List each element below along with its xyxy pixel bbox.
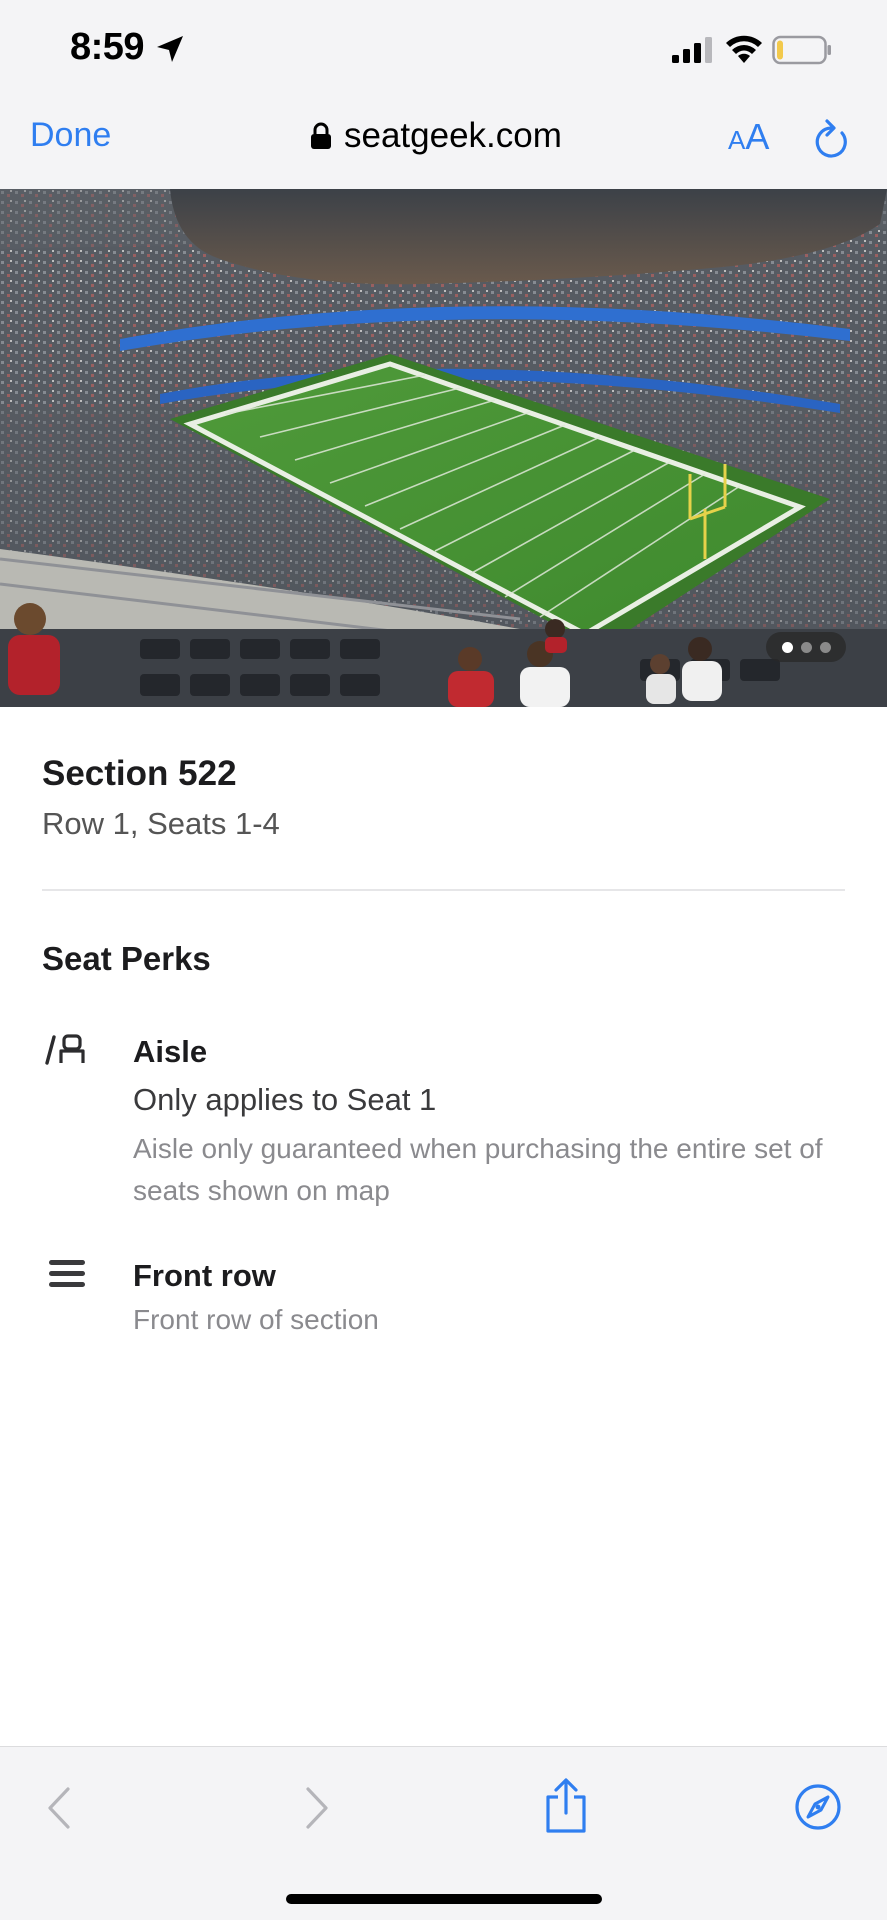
divider — [42, 889, 845, 891]
lock-icon — [311, 122, 331, 149]
browser-bar: Done seatgeek.com AA — [0, 100, 887, 189]
carousel-indicator[interactable] — [766, 632, 846, 662]
perk-front-row-title: Front row — [133, 1258, 276, 1293]
seat-perks-heading: Seat Perks — [42, 940, 211, 977]
signal-icon — [672, 37, 712, 63]
front-row-icon — [49, 1260, 85, 1287]
perk-front-row-subtitle: Front row of section — [133, 1304, 379, 1335]
perk-aisle-title: Aisle — [133, 1034, 208, 1069]
back-chevron-icon[interactable] — [44, 1785, 74, 1831]
text-size-label-big: A — [745, 116, 770, 157]
carousel-dot-3[interactable] — [819, 641, 831, 653]
perk-aisle-subtitle: Only applies to Seat 1 — [133, 1082, 437, 1117]
seat-view-photo[interactable] — [0, 189, 887, 707]
compass-icon[interactable] — [794, 1783, 842, 1831]
text-size-label-small: A — [728, 125, 746, 155]
done-button[interactable]: Done — [30, 116, 111, 155]
reload-icon[interactable] — [812, 118, 850, 160]
stadium-view-image — [0, 189, 887, 707]
carousel-dot-1[interactable] — [781, 641, 793, 653]
row-seats-text: Row 1, Seats 1-4 — [42, 806, 280, 841]
perk-aisle-note: Aisle only guaranteed when purchasing th… — [133, 1133, 823, 1206]
aisle-seat-icon — [45, 1034, 85, 1065]
home-indicator — [286, 1894, 602, 1904]
battery-icon — [772, 35, 831, 65]
location-arrow-icon — [157, 36, 183, 62]
carousel-dot-2[interactable] — [800, 641, 812, 653]
wifi-icon — [726, 35, 762, 63]
section-title: Section 522 — [42, 754, 237, 793]
url-text: seatgeek.com — [344, 116, 562, 155]
share-icon[interactable] — [542, 1777, 590, 1835]
text-size-button[interactable]: AA — [728, 116, 769, 158]
status-bar: 8:59 — [0, 0, 887, 100]
forward-chevron-icon[interactable] — [302, 1785, 332, 1831]
status-time: 8:59 — [70, 26, 145, 68]
url-field[interactable]: seatgeek.com — [310, 114, 562, 158]
